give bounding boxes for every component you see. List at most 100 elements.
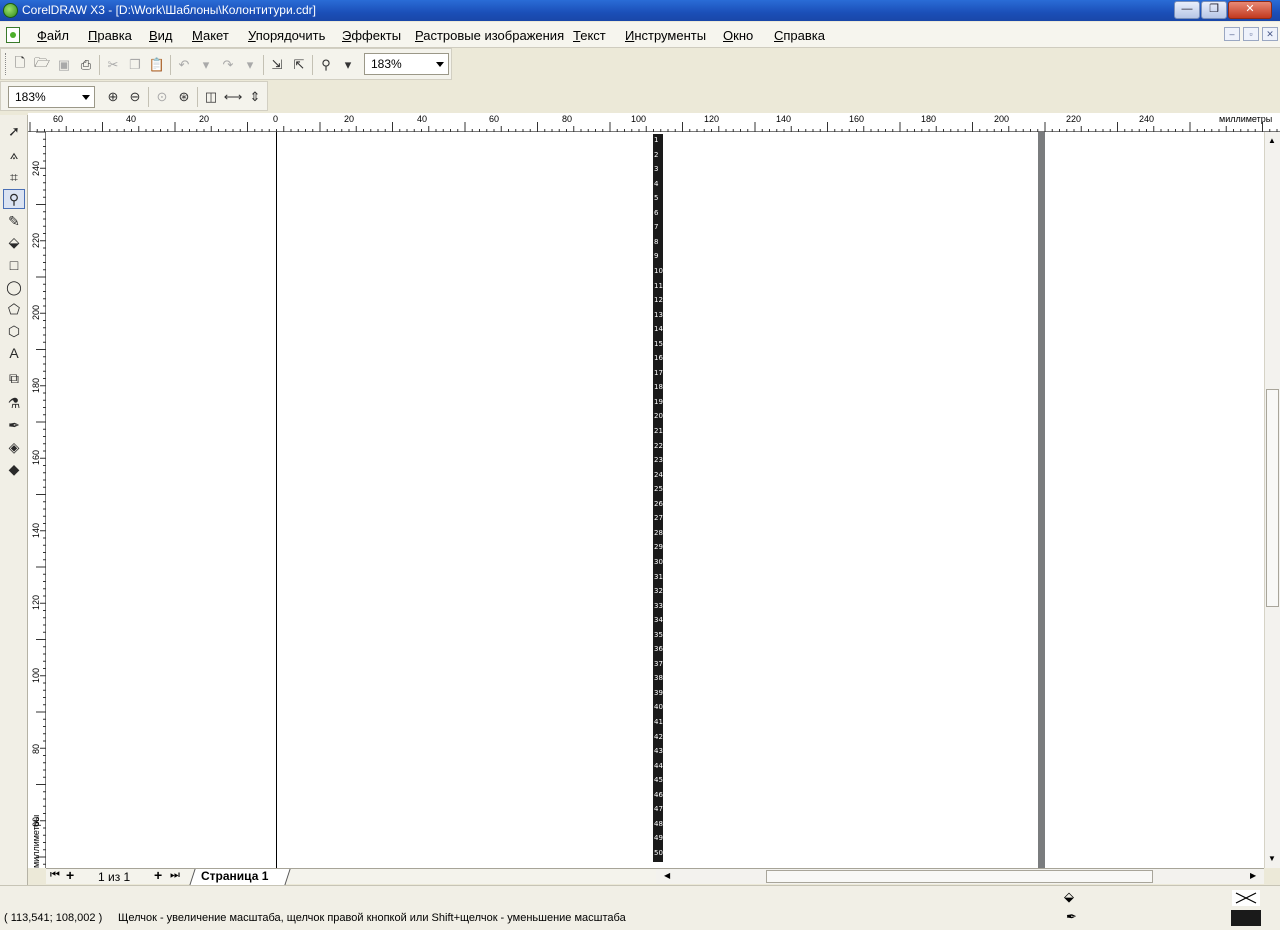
zoom-levels-value: 183% (15, 90, 46, 104)
scroll-right-icon[interactable]: ▶ (1250, 871, 1256, 880)
undo-dropdown-icon[interactable]: ▾ (197, 56, 215, 74)
copy-icon[interactable]: ❐ (126, 56, 144, 74)
horizontal-ruler[interactable]: 60 40 20 0 20 40 60 80 100 120 140 160 1… (29, 113, 1280, 132)
mdi-minimize-button[interactable]: – (1224, 27, 1240, 41)
redo-dropdown-icon[interactable]: ▾ (241, 56, 259, 74)
horizontal-scrollbar[interactable]: ◀ ▶ (656, 868, 1264, 884)
no-fill-x-icon (1235, 892, 1257, 904)
zoom-to-page-icon[interactable]: ◫ (202, 88, 220, 106)
add-page-before-icon[interactable]: + (66, 867, 74, 883)
zoom-in-icon[interactable]: ⊕ (104, 88, 122, 106)
menu-bitmaps[interactable]: Растровые изображения (415, 28, 564, 43)
menu-arrange[interactable]: Упорядочить (248, 28, 325, 43)
new-document-icon[interactable]: 🗋 (11, 55, 29, 74)
add-page-after-icon[interactable]: + (154, 867, 162, 883)
line-number: 11 (654, 281, 663, 290)
scroll-left-icon[interactable]: ◀ (664, 871, 670, 880)
grey-vertical-bar[interactable] (1038, 132, 1045, 868)
interactive-blend-tool-icon[interactable]: ⧉ (3, 368, 25, 388)
line-number: 23 (654, 456, 663, 465)
line-number: 10 (654, 266, 663, 275)
zoom-to-page-width-icon[interactable]: ⟷ (224, 88, 243, 106)
menu-text[interactable]: Текст (573, 28, 606, 43)
crop-tool-icon[interactable]: ⌗ (3, 167, 25, 187)
cut-icon[interactable]: ✂ (104, 56, 122, 74)
fill-none-swatch[interactable] (1232, 890, 1260, 906)
line-number: 7 (654, 223, 659, 232)
redo-icon[interactable]: ↷ (219, 56, 237, 74)
interactive-fill-tool-icon[interactable]: ◆ (3, 459, 25, 479)
text-tool-icon[interactable]: A (3, 343, 25, 363)
zoom-to-selected-icon[interactable]: ⊙ (153, 88, 171, 106)
polygon-tool-icon[interactable]: ⬠ (3, 299, 25, 319)
last-page-icon[interactable]: ⏭ (170, 869, 180, 882)
menu-help[interactable]: Справка (774, 28, 825, 43)
application-launcher-icon[interactable]: ⚲ (317, 56, 335, 74)
vertical-scrollbar[interactable]: ▲ ▼ (1264, 132, 1280, 868)
page-tab-1[interactable]: Страница 1 (201, 869, 268, 883)
line-number: 35 (654, 630, 663, 639)
print-icon[interactable]: ⎙ (77, 56, 95, 74)
ruler-label: 220 (31, 232, 41, 248)
minimize-button[interactable]: — (1174, 1, 1200, 19)
vertical-ruler[interactable]: 240 220 200 180 160 140 120 100 80 60 ми… (28, 132, 46, 868)
mdi-restore-button[interactable]: ▫ (1243, 27, 1259, 41)
zoom-levels-select[interactable]: 183% (8, 86, 95, 108)
scroll-up-icon[interactable]: ▲ (1268, 136, 1276, 145)
line-number-strip[interactable]: 1 2 3 4 5 6 7 8 9 10 11 12 13 14 15 16 17 18 19 20 21 22 23 24 2… (653, 134, 663, 862)
pick-tool-icon[interactable]: ➚ (3, 121, 25, 141)
ruler-label: 80 (31, 743, 41, 754)
eyedropper-tool-icon[interactable]: ⚗ (3, 393, 25, 413)
vertical-scroll-thumb[interactable] (1266, 389, 1279, 607)
page-border-line[interactable] (276, 132, 277, 868)
ruler-label: 180 (31, 377, 41, 393)
toolbar-separator (312, 55, 313, 75)
mdi-close-button[interactable]: ✕ (1262, 27, 1278, 41)
zoom-to-all-objects-icon[interactable]: ⊛ (175, 88, 193, 106)
ruler-label: 40 (126, 114, 137, 124)
basic-shapes-tool-icon[interactable]: ⬡ (3, 321, 25, 341)
menu-effects[interactable]: Эффекты (342, 28, 401, 43)
ruler-label: 220 (1066, 114, 1082, 124)
document-icon[interactable] (6, 27, 20, 43)
menu-tools[interactable]: Инструменты (625, 28, 706, 43)
close-button[interactable]: ✕ (1228, 1, 1272, 19)
menu-edit[interactable]: Правка (88, 28, 132, 43)
horizontal-scroll-thumb[interactable] (766, 870, 1153, 883)
zoom-level-select[interactable]: 183% (364, 53, 449, 75)
zoom-tool-icon[interactable]: ⚲ (3, 189, 25, 209)
first-page-icon[interactable]: ⏮ (50, 869, 60, 882)
menu-file[interactable]: Файл (37, 28, 69, 43)
export-icon[interactable]: ⇱ (290, 56, 308, 74)
shape-tool-icon[interactable]: ⟑ (3, 144, 25, 164)
launcher-dropdown-icon[interactable]: ▾ (339, 56, 357, 74)
line-number: 1 (654, 136, 659, 144)
line-number: 45 (654, 776, 663, 785)
toolbar-grip[interactable] (5, 53, 8, 75)
open-icon[interactable]: 🗁 (33, 55, 51, 74)
freehand-tool-icon[interactable]: ✎ (3, 211, 25, 231)
zoom-to-page-height-icon[interactable]: ⇕ (246, 88, 264, 106)
menu-layout[interactable]: Макет (192, 28, 229, 43)
ellipse-tool-icon[interactable]: ◯ (3, 277, 25, 297)
menu-window[interactable]: Окно (723, 28, 753, 43)
zoom-out-icon[interactable]: ⊖ (126, 88, 144, 106)
import-icon[interactable]: ⇲ (268, 56, 286, 74)
undo-icon[interactable]: ↶ (175, 56, 193, 74)
ruler-label: 140 (31, 522, 41, 538)
outline-color-swatch[interactable] (1231, 910, 1261, 926)
drawing-canvas[interactable]: 1 2 3 4 5 6 7 8 9 10 11 12 13 14 15 16 17 18 19 20 21 22 23 24 2… (46, 132, 1264, 868)
menu-view[interactable]: Вид (149, 28, 173, 43)
chevron-down-icon (436, 62, 444, 67)
outline-tool-icon[interactable]: ✒ (3, 415, 25, 435)
save-icon[interactable]: ▣ (55, 56, 73, 74)
line-number: 14 (654, 325, 663, 334)
fill-tool-icon[interactable]: ◈ (3, 437, 25, 457)
coreldraw-app-icon[interactable] (3, 3, 18, 18)
scroll-down-icon[interactable]: ▼ (1268, 854, 1276, 863)
line-number: 26 (654, 499, 663, 508)
maximize-button[interactable]: ❐ (1201, 1, 1227, 19)
smart-fill-tool-icon[interactable]: ⬙ (3, 232, 25, 252)
rectangle-tool-icon[interactable]: □ (3, 255, 25, 275)
paste-icon[interactable]: 📋 (148, 56, 166, 74)
